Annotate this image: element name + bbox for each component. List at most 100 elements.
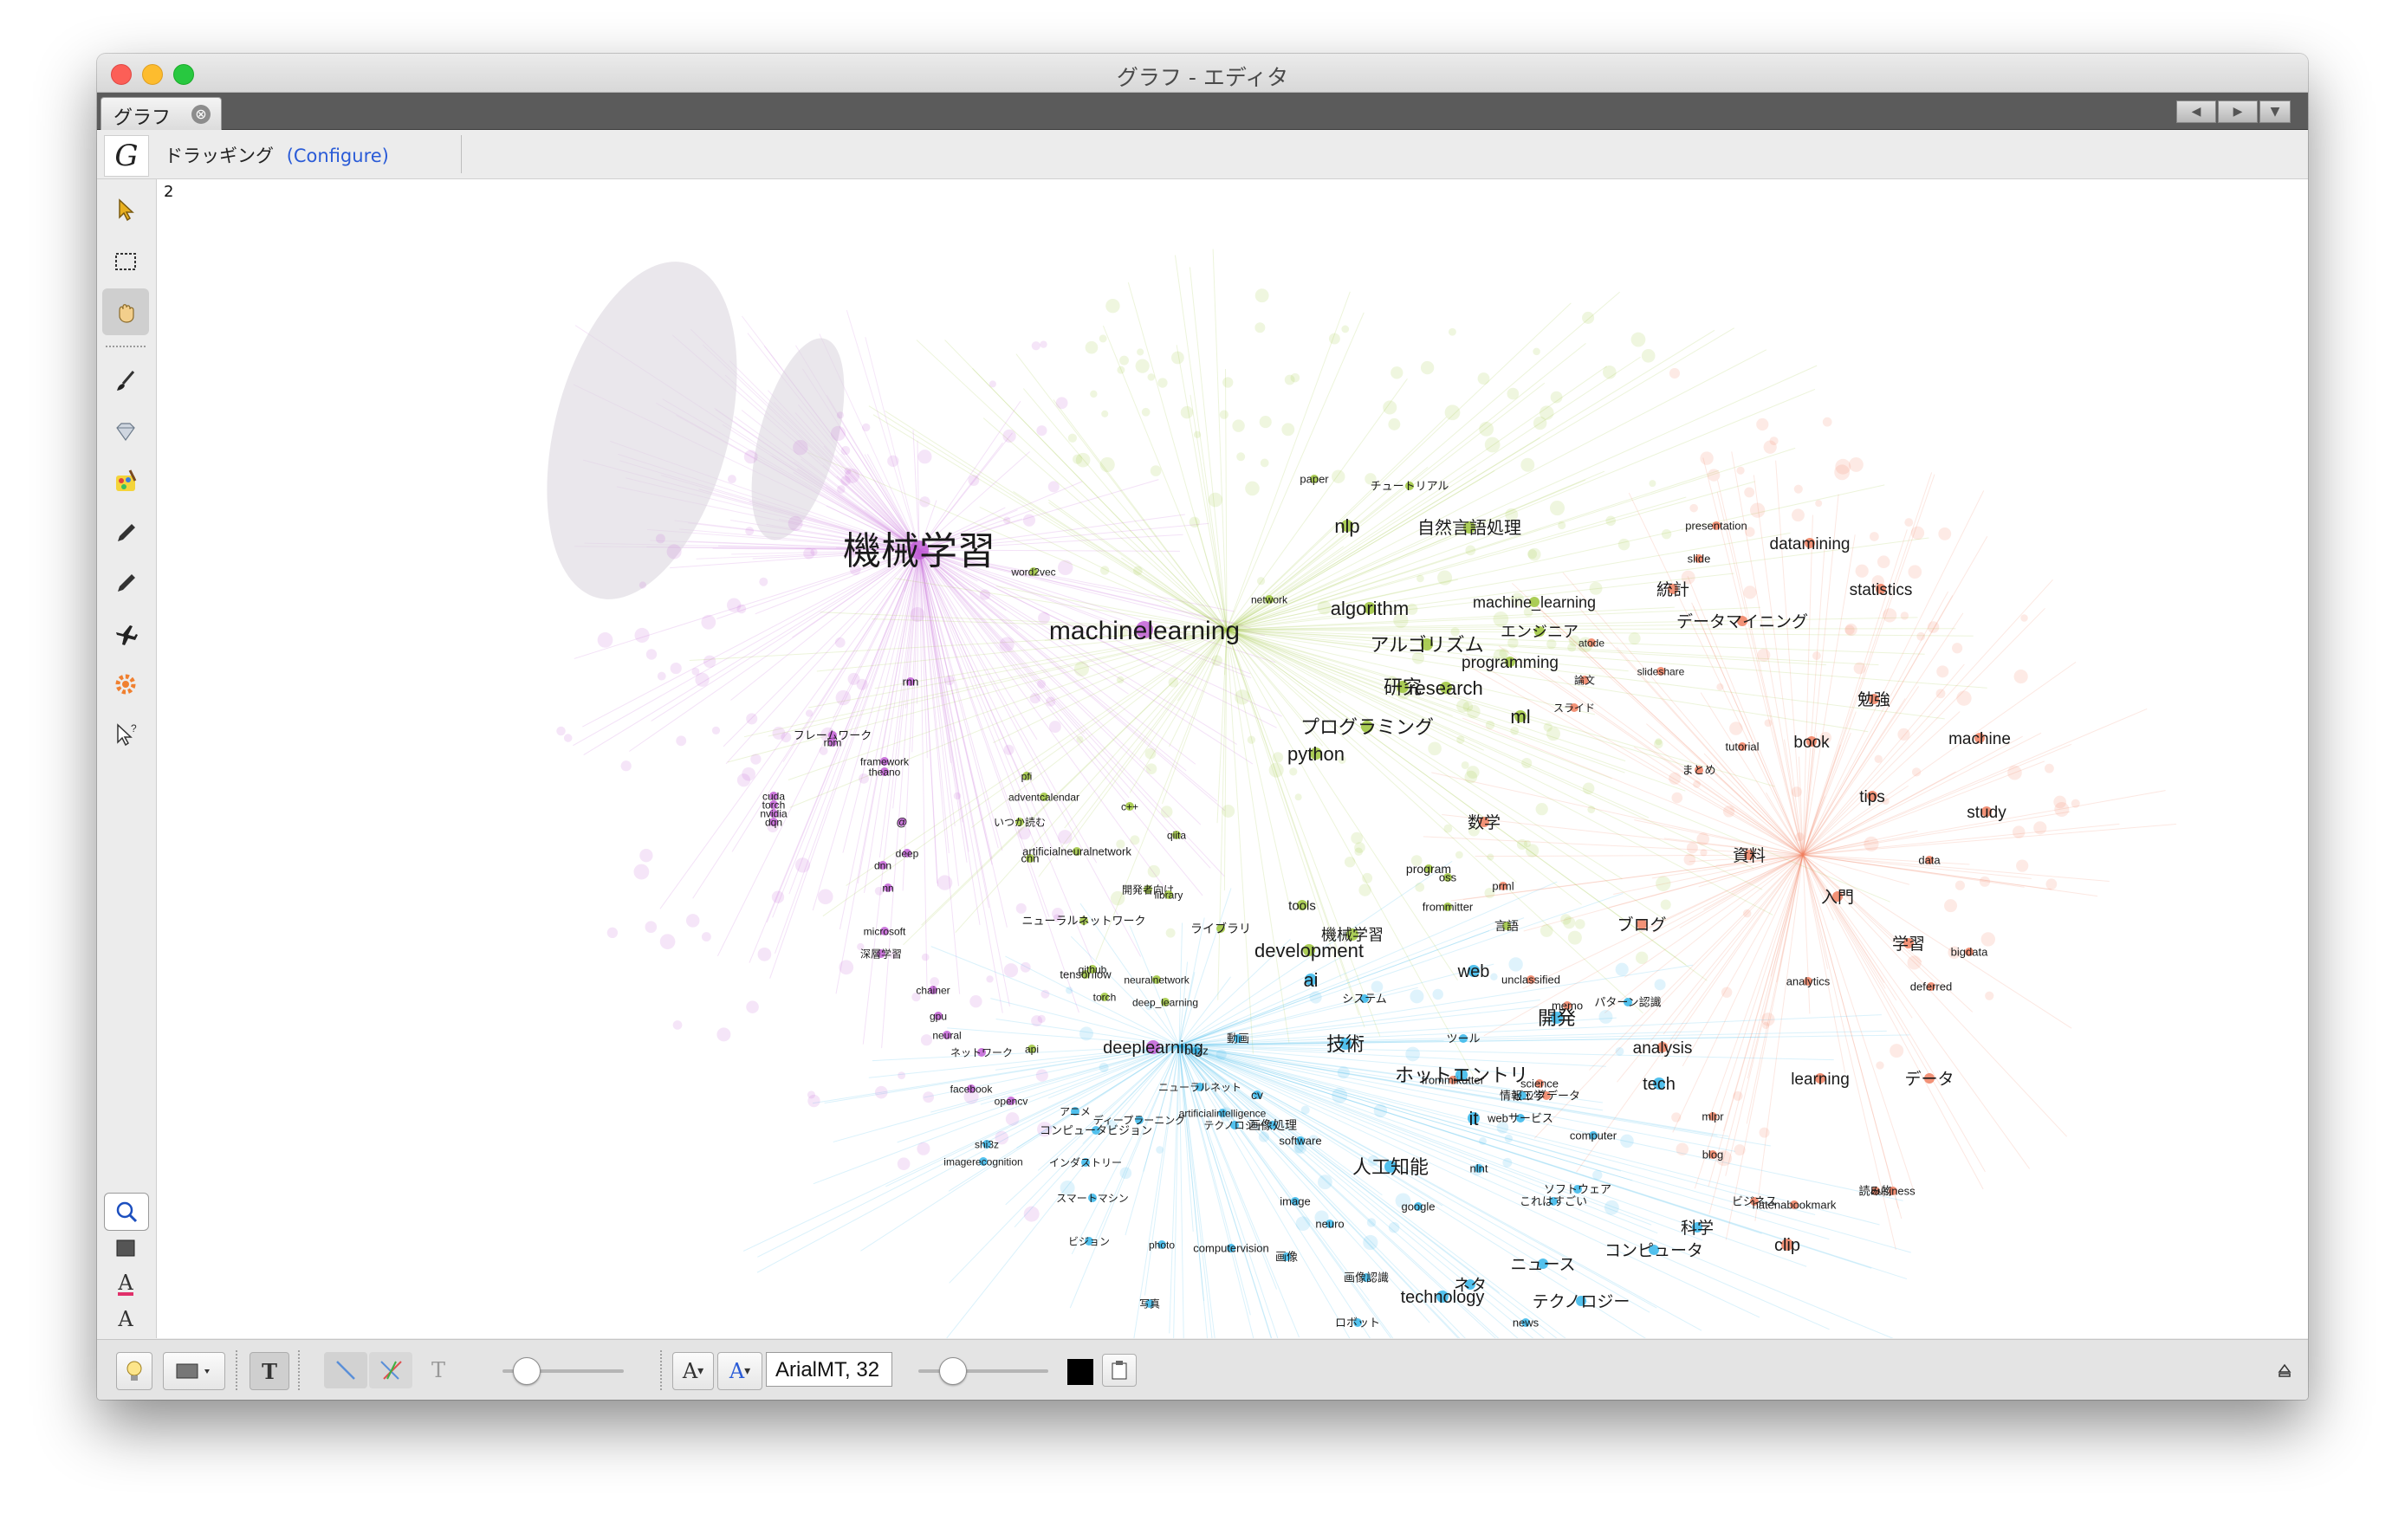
graph-node[interactable]: analytics	[1786, 975, 1831, 988]
graph-node[interactable]: まとめ	[1682, 764, 1715, 777]
graph-node[interactable]: bigdata	[1951, 946, 1988, 959]
graph-node[interactable]: api	[1025, 1043, 1039, 1055]
graph-node[interactable]: machine_learning	[1473, 593, 1596, 611]
graph-node[interactable]: library	[1155, 889, 1183, 901]
graph-node[interactable]: slide	[1688, 553, 1711, 566]
font-larger-button[interactable]: A ▾	[717, 1352, 762, 1390]
graph-node[interactable]: 勉強	[1857, 690, 1890, 709]
graph-node[interactable]: チュートリアル	[1371, 480, 1449, 493]
graph-node[interactable]: technology	[1401, 1288, 1485, 1307]
configure-link[interactable]: (Configure)	[287, 146, 389, 166]
graph-node[interactable]: 言語	[1494, 919, 1519, 933]
tab-menu-button[interactable]: ▼	[2259, 100, 2291, 123]
graph-node[interactable]: データマイニング	[1676, 612, 1808, 631]
graph-node[interactable]: development	[1254, 940, 1364, 961]
graph-node[interactable]: 論文	[1574, 673, 1595, 686]
graph-node[interactable]: neuro	[1315, 1218, 1344, 1231]
graph-node[interactable]: インダストリー	[1049, 1155, 1122, 1168]
graph-node[interactable]: microsoft	[864, 925, 906, 937]
graph-node[interactable]: word2vec	[1010, 566, 1055, 578]
graph-node[interactable]: @	[896, 816, 907, 829]
graph-node[interactable]: software	[1279, 1135, 1321, 1148]
graph-node[interactable]: algorithm	[1331, 598, 1409, 619]
graph-node[interactable]: ニュース	[1510, 1256, 1575, 1274]
pencil-icon[interactable]	[102, 510, 149, 557]
graph-node[interactable]: github	[1079, 963, 1107, 975]
graph-node[interactable]: 機械学習	[843, 530, 995, 573]
text-style-icon[interactable]: A	[104, 1302, 147, 1336]
graph-node[interactable]: 画像処理	[1248, 1118, 1297, 1132]
rectangle-select-icon[interactable]	[102, 238, 149, 285]
graph-canvas[interactable]: 2 機械学習 machinelearning rnn フレームワーク rbm framew…	[157, 179, 2308, 1338]
graph-node[interactable]: adventcalendar	[1008, 791, 1079, 803]
graph-node[interactable]: tech	[1643, 1075, 1676, 1094]
graph-node[interactable]: data	[1918, 854, 1941, 867]
graph-node[interactable]: machinelearning	[1049, 617, 1240, 645]
graph-node[interactable]: prml	[1492, 880, 1514, 893]
graph-node[interactable]: テクノロジー	[1533, 1292, 1630, 1311]
pencil-alt-icon[interactable]	[102, 560, 149, 607]
graph-node[interactable]: programming	[1462, 654, 1559, 672]
graph-node[interactable]: dnn	[874, 859, 891, 871]
graph-node[interactable]: shi3z	[975, 1138, 999, 1150]
graph-node[interactable]: photo	[1149, 1239, 1175, 1251]
graph-node[interactable]: unclassified	[1501, 974, 1560, 987]
graph-node[interactable]: theano	[869, 766, 901, 778]
font-smaller-button[interactable]: A ▾	[672, 1352, 714, 1390]
opacity-slider-track[interactable]	[918, 1369, 1048, 1373]
tab-close-icon[interactable]: ⊗	[191, 105, 211, 124]
graph-node[interactable]: python	[1287, 743, 1345, 765]
graph-node[interactable]: google	[1401, 1200, 1435, 1213]
graph-node[interactable]: pfi	[1021, 770, 1033, 782]
tab-next-button[interactable]: ▶	[2218, 100, 2258, 123]
graph-node[interactable]: 自然言語処理	[1417, 518, 1521, 538]
graph-node[interactable]: 画像	[1275, 1251, 1298, 1264]
graph-node[interactable]: learning	[1791, 1071, 1850, 1089]
graph-node[interactable]: ml	[1510, 706, 1530, 728]
graph-node[interactable]: neural	[932, 1029, 961, 1041]
font-field[interactable]: ArialMT, 32	[766, 1352, 892, 1387]
graph-node[interactable]: スマートマシン	[1056, 1192, 1129, 1204]
graph-node[interactable]: nlp	[1334, 515, 1359, 537]
graph-node[interactable]: torch	[1093, 991, 1117, 1003]
graph-node[interactable]: buzz	[1184, 1045, 1208, 1058]
graph-node[interactable]: artificialneuralnetwork	[1022, 845, 1131, 858]
graph-node[interactable]: tutorial	[1725, 741, 1759, 754]
graph-node[interactable]: study	[1967, 804, 2006, 822]
graph-node[interactable]: ホットエントリ	[1395, 1064, 1528, 1086]
graph-node[interactable]: ニューラルネット	[1158, 1081, 1241, 1093]
graph-node[interactable]: image	[1280, 1195, 1310, 1208]
graph-node[interactable]: 研究	[1384, 676, 1422, 698]
eject-icon[interactable]	[2273, 1359, 2296, 1381]
graph-node[interactable]: paper	[1300, 473, 1329, 486]
graph-node[interactable]: ai	[1303, 969, 1318, 991]
graph-node[interactable]: rnn	[903, 676, 919, 689]
graph-node[interactable]: book	[1793, 734, 1830, 752]
graph-node[interactable]: hatenabookmark	[1753, 1199, 1837, 1212]
graph-node[interactable]: nn	[882, 882, 893, 894]
graph-node[interactable]: datamining	[1770, 535, 1851, 553]
tab-prev-button[interactable]: ◀	[2176, 100, 2216, 123]
color-palette-icon[interactable]	[102, 458, 149, 505]
graph-node[interactable]: qiita	[1167, 829, 1186, 841]
graph-node[interactable]: 統計	[1656, 580, 1689, 599]
graph-node[interactable]: webサービス	[1487, 1112, 1553, 1125]
paintbrush-icon[interactable]	[102, 358, 149, 404]
graph-node[interactable]: frommitter	[1423, 901, 1474, 914]
graph-node[interactable]: ビジョン	[1068, 1235, 1110, 1247]
clipboard-icon[interactable]	[1102, 1354, 1137, 1387]
cursor-help-icon[interactable]: ?	[102, 711, 149, 758]
graph-node[interactable]: business	[1870, 1185, 1916, 1198]
graph-node[interactable]: 学習	[1892, 935, 1925, 954]
graph-node[interactable]: news	[1513, 1317, 1540, 1330]
graph-node[interactable]: deep	[896, 847, 919, 859]
graph-node[interactable]: it	[1468, 1108, 1480, 1129]
graph-node[interactable]: opencv	[995, 1095, 1028, 1107]
graph-node[interactable]: ブログ	[1617, 915, 1666, 935]
graph-node[interactable]: cv	[1251, 1088, 1263, 1102]
graph-node[interactable]: データ	[1904, 1070, 1954, 1089]
graph-node[interactable]: アニメ	[1060, 1105, 1091, 1117]
graph-node[interactable]: 開発	[1538, 1007, 1576, 1029]
graph-node[interactable]: network	[1251, 593, 1288, 605]
lightbulb-icon[interactable]	[116, 1352, 152, 1390]
